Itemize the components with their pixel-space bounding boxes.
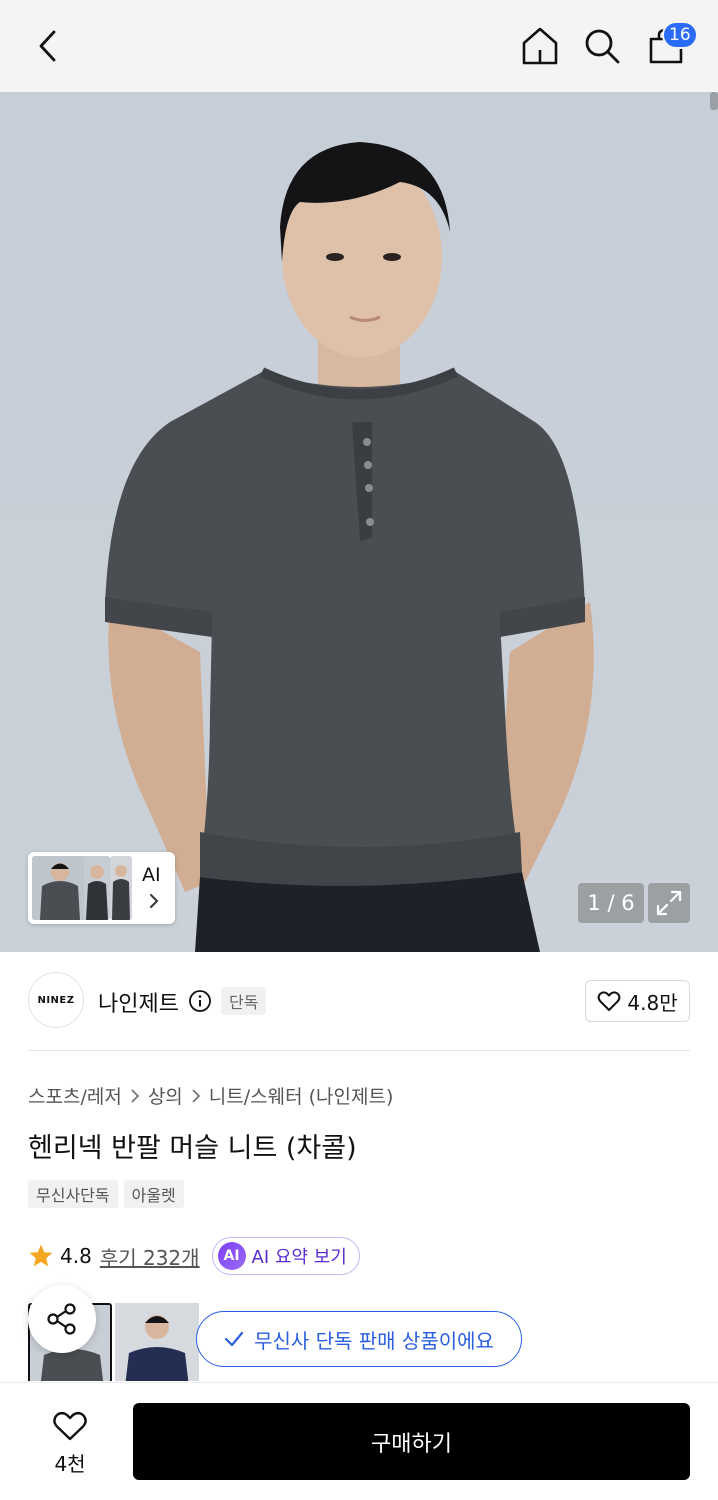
ai-similar-images-button[interactable]: AI xyxy=(28,852,175,924)
wishlist-button[interactable]: 4천 xyxy=(28,1405,112,1481)
home-icon xyxy=(522,27,558,65)
share-button[interactable] xyxy=(28,1285,96,1353)
brand-like-button[interactable]: 4.8만 xyxy=(585,980,690,1022)
bottom-action-bar: 4천 구매하기 xyxy=(0,1382,718,1500)
rating-value: 4.8 xyxy=(60,1244,92,1268)
exclusive-notice-pill: 무신사 단독 판매 상품이에요 xyxy=(196,1311,522,1367)
breadcrumb-item-knit[interactable]: 니트/스웨터 (나인제트) xyxy=(209,1082,394,1109)
expand-image-button[interactable] xyxy=(648,883,690,923)
chevron-right-icon xyxy=(192,1088,201,1103)
buy-button[interactable]: 구매하기 xyxy=(133,1403,690,1480)
search-button[interactable] xyxy=(578,22,626,70)
exclusive-notice-text: 무신사 단독 판매 상품이에요 xyxy=(254,1328,494,1353)
product-photo-model xyxy=(0,92,718,952)
thumbnail-image-3 xyxy=(110,856,132,920)
check-icon xyxy=(224,1331,244,1347)
product-image-carousel[interactable]: AI 1 / 6 xyxy=(0,92,718,952)
reviews-link[interactable]: 후기 232개 xyxy=(100,1242,200,1271)
share-icon xyxy=(47,1303,76,1335)
variant-navy[interactable] xyxy=(115,1303,199,1381)
rating-row: 4.8 후기 232개 AI AI 요약 보기 xyxy=(28,1237,360,1275)
thumbnail-image-2 xyxy=(84,856,110,920)
product-title: 헨리넥 반팔 머슬 니트 (차콜) xyxy=(28,1133,357,1164)
brand-like-count: 4.8만 xyxy=(627,990,678,1015)
tag-musinsa-exclusive: 무신사단독 xyxy=(28,1180,118,1208)
exclusive-badge: 단독 xyxy=(221,987,267,1015)
breadcrumb-item-sports[interactable]: 스포츠/레저 xyxy=(28,1082,122,1109)
heart-icon xyxy=(53,1411,87,1440)
tag-outlet: 아울렛 xyxy=(123,1180,184,1208)
ai-badge-icon: AI xyxy=(217,1242,246,1270)
product-tags: 무신사단독 아울렛 xyxy=(28,1180,184,1208)
heart-icon xyxy=(598,991,621,1011)
ai-label: AI xyxy=(142,864,161,886)
expand-icon xyxy=(656,890,682,916)
thumbnail-image-1 xyxy=(32,856,88,920)
page-scrollbar[interactable] xyxy=(710,92,718,110)
wishlist-count: 4천 xyxy=(54,1451,86,1476)
image-counter: 1 / 6 xyxy=(578,883,644,923)
ai-summary-label: AI 요약 보기 xyxy=(251,1247,347,1268)
chevron-right-icon xyxy=(131,1088,140,1103)
brand-name[interactable]: 나인제트 xyxy=(98,986,179,1018)
breadcrumb: 스포츠/레저 상의 니트/스웨터 (나인제트) xyxy=(28,1082,393,1109)
brand-logo[interactable]: NINEZ xyxy=(28,972,84,1028)
chevron-right-icon xyxy=(150,894,159,908)
back-button[interactable] xyxy=(24,22,72,70)
search-icon xyxy=(585,29,620,64)
home-button[interactable] xyxy=(516,22,564,70)
top-navigation-bar: 16 xyxy=(0,0,718,92)
info-icon[interactable] xyxy=(188,989,212,1013)
breadcrumb-item-tops[interactable]: 상의 xyxy=(148,1082,183,1109)
star-icon xyxy=(29,1244,53,1267)
back-icon xyxy=(39,30,56,62)
cart-count-badge: 16 xyxy=(662,21,698,49)
divider xyxy=(28,1050,690,1051)
ai-summary-button[interactable]: AI AI 요약 보기 xyxy=(211,1237,360,1275)
